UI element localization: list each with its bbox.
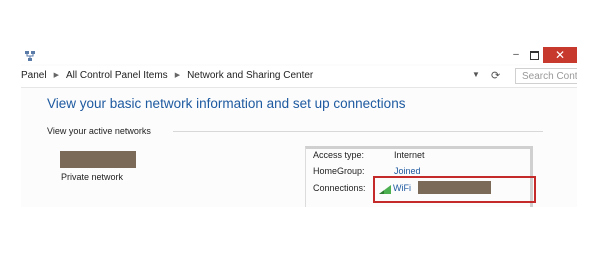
page-title: View your basic network information and … [47, 96, 406, 111]
maximize-button[interactable] [527, 49, 541, 61]
network-icon[interactable] [25, 51, 35, 61]
search-input[interactable] [515, 68, 577, 84]
maximize-icon [530, 51, 539, 60]
homegroup-link[interactable]: Joined [394, 166, 421, 176]
chevron-down-icon[interactable]: ▼ [472, 70, 480, 79]
wifi-connection-link[interactable]: WiFi [393, 183, 411, 193]
minimize-button[interactable]: – [509, 49, 523, 61]
access-type-value: Internet [394, 150, 425, 160]
access-type-label: Access type: [313, 150, 365, 160]
section-heading: View your active networks [47, 126, 151, 136]
redacted-network-name [60, 151, 136, 168]
refresh-icon[interactable]: ⟳ [491, 69, 500, 82]
address-bar: Panel ▶ All Control Panel Items ▶ Network an… [21, 66, 577, 88]
homegroup-label: HomeGroup: [313, 166, 365, 176]
breadcrumb-network-sharing[interactable]: Network and Sharing Center [187, 70, 313, 81]
wifi-signal-icon [379, 185, 391, 194]
connections-label: Connections: [313, 183, 366, 193]
divider [173, 131, 543, 132]
breadcrumb-control-panel[interactable]: Panel [21, 70, 47, 81]
close-button[interactable]: ✕ [543, 47, 577, 63]
network-type-link[interactable]: Private network [61, 172, 123, 182]
chevron-right-icon[interactable]: ▶ [175, 71, 180, 79]
redacted-ssid [418, 181, 491, 194]
breadcrumb-all-items[interactable]: All Control Panel Items [66, 70, 168, 81]
title-bar: – ✕ [21, 47, 577, 64]
chevron-right-icon[interactable]: ▶ [54, 71, 59, 79]
breadcrumb: Panel ▶ All Control Panel Items ▶ Network an… [21, 70, 313, 81]
network-sharing-window: – ✕ Panel ▶ All Control Panel Items ▶ Networ… [21, 47, 577, 207]
